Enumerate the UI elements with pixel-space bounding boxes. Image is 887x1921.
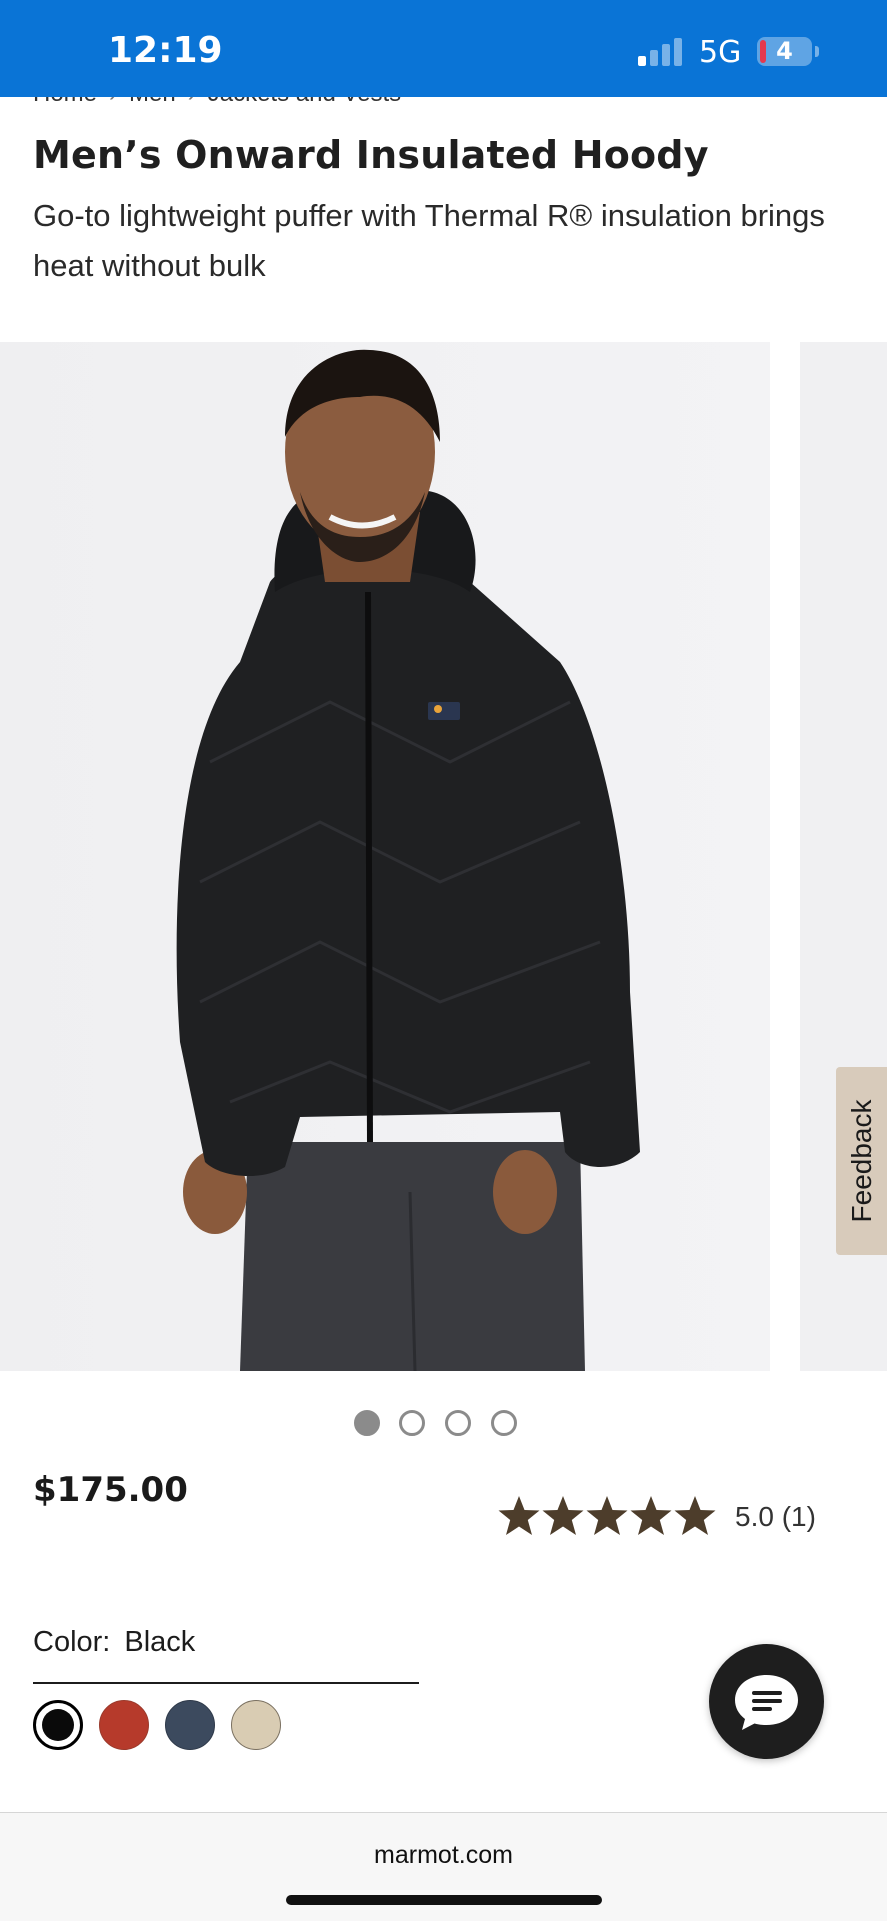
feedback-label: Feedback bbox=[845, 1099, 877, 1223]
product-photo-illustration bbox=[0, 342, 770, 1371]
feedback-tab[interactable]: Feedback bbox=[836, 1067, 887, 1255]
star-icon bbox=[586, 1496, 628, 1535]
rating-text: 5.0 (1) bbox=[735, 1501, 816, 1532]
browser-url-bar[interactable]: marmot.com bbox=[0, 1812, 887, 1921]
product-image[interactable] bbox=[0, 342, 770, 1371]
color-swatch-navy[interactable] bbox=[165, 1700, 215, 1750]
star-icon bbox=[498, 1496, 540, 1535]
gallery-dot[interactable] bbox=[491, 1410, 517, 1436]
star-icon bbox=[674, 1496, 716, 1535]
color-swatch-khaki[interactable] bbox=[231, 1700, 281, 1750]
color-selector-label: Color: Black bbox=[33, 1626, 195, 1659]
network-type: 5G bbox=[699, 35, 742, 70]
product-title: Men’s Onward Insulated Hoody bbox=[33, 133, 709, 177]
url-text: marmot.com bbox=[374, 1841, 513, 1869]
home-indicator bbox=[286, 1895, 602, 1905]
star-icon bbox=[630, 1496, 672, 1535]
chat-button[interactable] bbox=[709, 1644, 824, 1759]
battery-icon: 4 bbox=[757, 37, 812, 66]
status-time: 12:19 bbox=[108, 30, 223, 71]
gallery-dot[interactable] bbox=[354, 1410, 380, 1436]
gallery-dot[interactable] bbox=[399, 1410, 425, 1436]
status-bar: 12:19 5G 4 bbox=[0, 0, 887, 97]
color-swatch-red[interactable] bbox=[99, 1700, 149, 1750]
star-icon bbox=[542, 1496, 584, 1535]
color-divider bbox=[33, 1682, 419, 1684]
color-swatch-black[interactable] bbox=[33, 1700, 83, 1750]
color-label: Color: bbox=[33, 1626, 111, 1658]
color-value: Black bbox=[124, 1626, 196, 1658]
gallery-dot[interactable] bbox=[445, 1410, 471, 1436]
battery-cap bbox=[815, 46, 819, 57]
rating-stars bbox=[498, 1496, 716, 1535]
battery-level: 4 bbox=[776, 37, 793, 65]
product-subtitle: Go-to lightweight puffer with Thermal R®… bbox=[33, 198, 825, 283]
product-price: $175.00 bbox=[33, 1470, 188, 1510]
chat-bubble-icon bbox=[735, 1675, 798, 1730]
signal-strength-icon bbox=[638, 38, 684, 66]
